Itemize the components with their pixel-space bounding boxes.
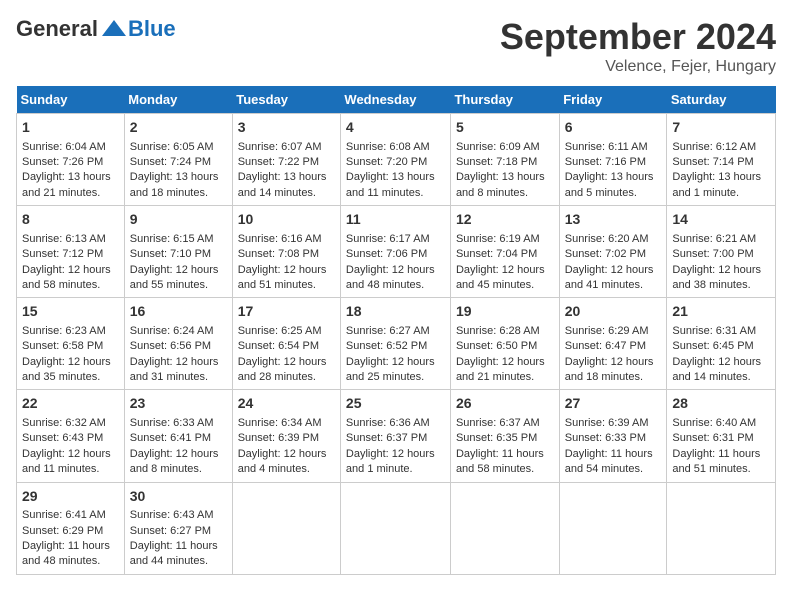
cell-1-6: 6Sunrise: 6:11 AMSunset: 7:16 PMDaylight…	[559, 114, 667, 206]
week-row-4: 22Sunrise: 6:32 AMSunset: 6:43 PMDayligh…	[17, 390, 776, 482]
day-number: 4	[346, 118, 445, 138]
cell-2-3: 10Sunrise: 6:16 AMSunset: 7:08 PMDayligh…	[232, 206, 340, 298]
cell-4-4: 25Sunrise: 6:36 AMSunset: 6:37 PMDayligh…	[340, 390, 450, 482]
cell-1-5: 5Sunrise: 6:09 AMSunset: 7:18 PMDaylight…	[450, 114, 559, 206]
day-number: 30	[130, 487, 227, 507]
month-title: September 2024	[500, 16, 776, 58]
week-row-5: 29Sunrise: 6:41 AMSunset: 6:29 PMDayligh…	[17, 482, 776, 574]
day-number: 3	[238, 118, 335, 138]
day-number: 28	[672, 394, 770, 414]
day-number: 19	[456, 302, 554, 322]
cell-1-2: 2Sunrise: 6:05 AMSunset: 7:24 PMDaylight…	[124, 114, 232, 206]
cell-1-3: 3Sunrise: 6:07 AMSunset: 7:22 PMDaylight…	[232, 114, 340, 206]
week-row-1: 1Sunrise: 6:04 AMSunset: 7:26 PMDaylight…	[17, 114, 776, 206]
week-row-3: 15Sunrise: 6:23 AMSunset: 6:58 PMDayligh…	[17, 298, 776, 390]
header-sunday: Sunday	[17, 86, 125, 114]
day-number: 11	[346, 210, 445, 230]
day-number: 29	[22, 487, 119, 507]
cell-2-4: 11Sunrise: 6:17 AMSunset: 7:06 PMDayligh…	[340, 206, 450, 298]
cell-3-3: 17Sunrise: 6:25 AMSunset: 6:54 PMDayligh…	[232, 298, 340, 390]
cell-5-7	[667, 482, 776, 574]
cell-5-6	[559, 482, 667, 574]
day-number: 6	[565, 118, 662, 138]
day-number: 22	[22, 394, 119, 414]
cell-4-5: 26Sunrise: 6:37 AMSunset: 6:35 PMDayligh…	[450, 390, 559, 482]
cell-4-1: 22Sunrise: 6:32 AMSunset: 6:43 PMDayligh…	[17, 390, 125, 482]
cell-5-4	[340, 482, 450, 574]
cell-5-3	[232, 482, 340, 574]
logo-blue: Blue	[128, 16, 176, 42]
day-number: 24	[238, 394, 335, 414]
header-tuesday: Tuesday	[232, 86, 340, 114]
header-monday: Monday	[124, 86, 232, 114]
cell-2-5: 12Sunrise: 6:19 AMSunset: 7:04 PMDayligh…	[450, 206, 559, 298]
cell-3-1: 15Sunrise: 6:23 AMSunset: 6:58 PMDayligh…	[17, 298, 125, 390]
cell-3-5: 19Sunrise: 6:28 AMSunset: 6:50 PMDayligh…	[450, 298, 559, 390]
day-number: 9	[130, 210, 227, 230]
location-subtitle: Velence, Fejer, Hungary	[500, 58, 776, 76]
header-wednesday: Wednesday	[340, 86, 450, 114]
header-friday: Friday	[559, 86, 667, 114]
day-number: 21	[672, 302, 770, 322]
cell-4-3: 24Sunrise: 6:34 AMSunset: 6:39 PMDayligh…	[232, 390, 340, 482]
calendar-table: SundayMondayTuesdayWednesdayThursdayFrid…	[16, 86, 776, 575]
cell-4-6: 27Sunrise: 6:39 AMSunset: 6:33 PMDayligh…	[559, 390, 667, 482]
day-number: 5	[456, 118, 554, 138]
days-header-row: SundayMondayTuesdayWednesdayThursdayFrid…	[17, 86, 776, 114]
page-header: General Blue September 2024 Velence, Fej…	[16, 16, 776, 76]
day-number: 23	[130, 394, 227, 414]
day-number: 18	[346, 302, 445, 322]
cell-5-1: 29Sunrise: 6:41 AMSunset: 6:29 PMDayligh…	[17, 482, 125, 574]
logo-general: General	[16, 16, 98, 42]
cell-2-2: 9Sunrise: 6:15 AMSunset: 7:10 PMDaylight…	[124, 206, 232, 298]
day-number: 1	[22, 118, 119, 138]
cell-3-6: 20Sunrise: 6:29 AMSunset: 6:47 PMDayligh…	[559, 298, 667, 390]
day-number: 25	[346, 394, 445, 414]
cell-3-2: 16Sunrise: 6:24 AMSunset: 6:56 PMDayligh…	[124, 298, 232, 390]
day-number: 12	[456, 210, 554, 230]
header-saturday: Saturday	[667, 86, 776, 114]
day-number: 13	[565, 210, 662, 230]
day-number: 17	[238, 302, 335, 322]
cell-1-7: 7Sunrise: 6:12 AMSunset: 7:14 PMDaylight…	[667, 114, 776, 206]
day-number: 20	[565, 302, 662, 322]
day-number: 16	[130, 302, 227, 322]
week-row-2: 8Sunrise: 6:13 AMSunset: 7:12 PMDaylight…	[17, 206, 776, 298]
day-number: 15	[22, 302, 119, 322]
title-block: September 2024 Velence, Fejer, Hungary	[500, 16, 776, 76]
day-number: 26	[456, 394, 554, 414]
cell-3-4: 18Sunrise: 6:27 AMSunset: 6:52 PMDayligh…	[340, 298, 450, 390]
cell-4-2: 23Sunrise: 6:33 AMSunset: 6:41 PMDayligh…	[124, 390, 232, 482]
day-number: 27	[565, 394, 662, 414]
day-number: 7	[672, 118, 770, 138]
day-number: 10	[238, 210, 335, 230]
logo: General Blue	[16, 16, 176, 42]
cell-5-2: 30Sunrise: 6:43 AMSunset: 6:27 PMDayligh…	[124, 482, 232, 574]
cell-3-7: 21Sunrise: 6:31 AMSunset: 6:45 PMDayligh…	[667, 298, 776, 390]
cell-1-1: 1Sunrise: 6:04 AMSunset: 7:26 PMDaylight…	[17, 114, 125, 206]
cell-2-1: 8Sunrise: 6:13 AMSunset: 7:12 PMDaylight…	[17, 206, 125, 298]
logo-icon	[100, 18, 128, 40]
cell-2-7: 14Sunrise: 6:21 AMSunset: 7:00 PMDayligh…	[667, 206, 776, 298]
cell-4-7: 28Sunrise: 6:40 AMSunset: 6:31 PMDayligh…	[667, 390, 776, 482]
day-number: 2	[130, 118, 227, 138]
cell-2-6: 13Sunrise: 6:20 AMSunset: 7:02 PMDayligh…	[559, 206, 667, 298]
cell-1-4: 4Sunrise: 6:08 AMSunset: 7:20 PMDaylight…	[340, 114, 450, 206]
cell-5-5	[450, 482, 559, 574]
day-number: 14	[672, 210, 770, 230]
day-number: 8	[22, 210, 119, 230]
header-thursday: Thursday	[450, 86, 559, 114]
